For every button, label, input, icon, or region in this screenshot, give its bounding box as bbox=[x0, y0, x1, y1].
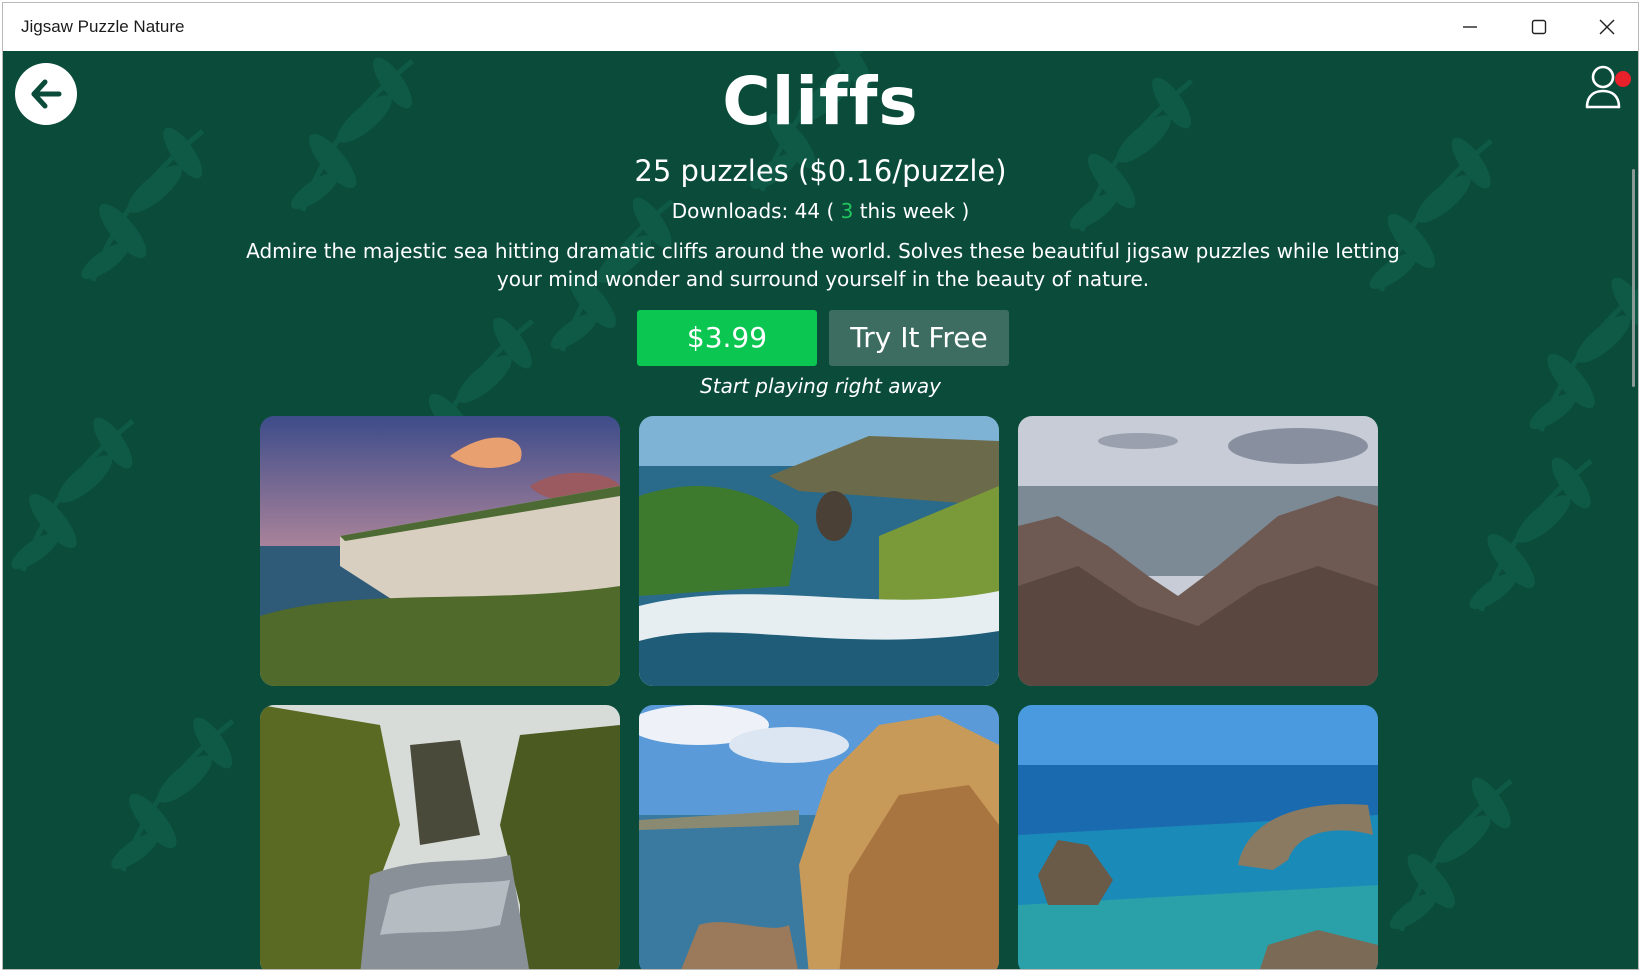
try-free-button[interactable]: Try It Free bbox=[829, 310, 1009, 366]
pack-detail-page: Cliffs 25 puzzles ($0.16/puzzle) Downloa… bbox=[3, 51, 1638, 969]
pack-title: Cliffs bbox=[722, 63, 919, 140]
puzzle-count: 25 puzzles ($0.16/puzzle) bbox=[634, 154, 1007, 188]
downloads-suffix: this week ) bbox=[853, 199, 970, 223]
golden-cliffs-image bbox=[639, 705, 999, 969]
close-button[interactable] bbox=[1573, 3, 1638, 51]
cliff-sunset-image bbox=[260, 416, 620, 686]
rocky-coast-image bbox=[1018, 416, 1378, 686]
puzzle-thumbnail[interactable] bbox=[1018, 705, 1378, 969]
close-icon bbox=[1599, 19, 1615, 35]
maximize-icon bbox=[1531, 19, 1547, 35]
window-title: Jigsaw Puzzle Nature bbox=[21, 17, 185, 36]
green-headland-image bbox=[639, 416, 999, 686]
app-window: Jigsaw Puzzle Nature Cliffs 25 puzzles (… bbox=[2, 2, 1639, 970]
puzzle-thumbnail[interactable] bbox=[1018, 416, 1378, 686]
minimize-icon bbox=[1463, 26, 1477, 28]
sea-arch-image bbox=[1018, 705, 1378, 969]
puzzle-thumbnail[interactable] bbox=[260, 416, 620, 686]
maximize-button[interactable] bbox=[1505, 3, 1573, 51]
title-bar: Jigsaw Puzzle Nature bbox=[3, 3, 1638, 51]
buy-button[interactable]: $3.99 bbox=[637, 310, 817, 366]
puzzle-thumbnail[interactable] bbox=[639, 705, 999, 969]
pack-description: Admire the majestic sea hitting dramatic… bbox=[246, 239, 1400, 291]
minimize-button[interactable] bbox=[1436, 3, 1504, 51]
puzzle-thumbnail[interactable] bbox=[260, 705, 620, 969]
try-caption: Start playing right away bbox=[700, 374, 941, 398]
download-stats: Downloads: 44 ( 3 this week ) bbox=[3, 199, 1638, 223]
vertical-scrollbar[interactable] bbox=[1632, 169, 1635, 387]
downloads-weekly-count: 3 bbox=[840, 199, 854, 223]
puzzle-thumbnail[interactable] bbox=[639, 416, 999, 686]
downloads-total: Downloads: 44 ( bbox=[671, 199, 841, 223]
mossy-canyon-image bbox=[260, 705, 620, 969]
